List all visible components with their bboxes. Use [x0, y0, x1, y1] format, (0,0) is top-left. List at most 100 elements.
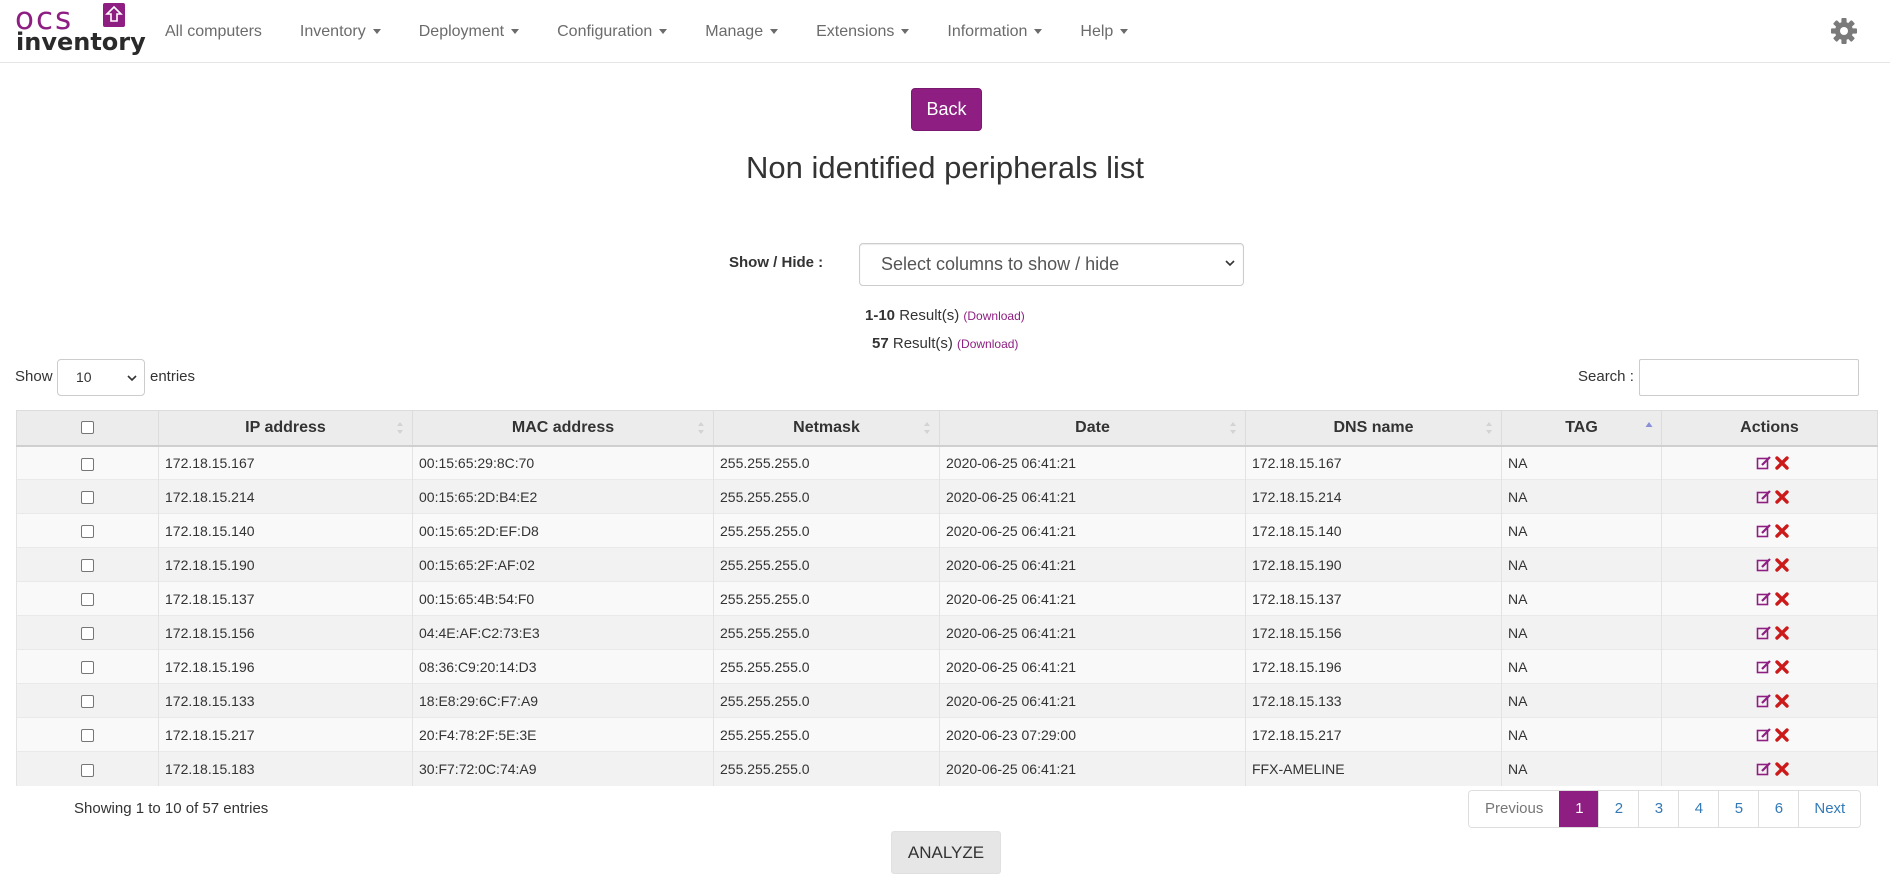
dns-name-cell: FFX-AMELINE [1245, 751, 1502, 786]
tag-cell: NA [1501, 649, 1662, 684]
previous-page-button[interactable]: Previous [1469, 791, 1560, 827]
delete-icon[interactable] [1774, 557, 1790, 573]
download-all-link[interactable]: (Download) [957, 337, 1018, 351]
nav-item-label: Information [947, 22, 1028, 40]
tag-cell: NA [1501, 581, 1662, 616]
delete-icon[interactable] [1774, 659, 1790, 675]
delete-icon[interactable] [1774, 693, 1790, 709]
date-cell: 2020-06-23 07:29:00 [939, 717, 1246, 752]
edit-icon[interactable] [1756, 693, 1772, 709]
delete-icon[interactable] [1774, 523, 1790, 539]
edit-icon[interactable] [1756, 557, 1772, 573]
column-header-actions: Actions [1661, 410, 1878, 447]
column-header-label: Actions [1740, 418, 1799, 436]
column-header-dns-name[interactable]: DNS name [1245, 410, 1502, 447]
nav-item-all-computers[interactable]: All computers [165, 23, 262, 41]
edit-icon[interactable] [1756, 591, 1772, 607]
row-select-cell [16, 581, 159, 616]
ip-address-cell: 172.18.15.167 [158, 445, 413, 480]
edit-icon[interactable] [1756, 523, 1772, 539]
dns-name-cell: 172.18.15.137 [1245, 581, 1502, 616]
caret-down-icon [659, 29, 668, 34]
row-select-cell [16, 615, 159, 650]
row-checkbox[interactable] [81, 457, 94, 471]
nav-item-extensions[interactable]: Extensions [816, 23, 910, 41]
page-button-5[interactable]: 5 [1718, 791, 1759, 827]
row-checkbox[interactable] [81, 763, 94, 777]
search-label: Search : [1578, 368, 1634, 385]
date-cell: 2020-06-25 06:41:21 [939, 581, 1246, 616]
column-header-mac-address[interactable]: MAC address [412, 410, 714, 447]
row-select-cell [16, 513, 159, 548]
results-range: 1-10 [865, 307, 896, 324]
edit-icon[interactable] [1756, 761, 1772, 777]
delete-icon[interactable] [1774, 489, 1790, 505]
page-button-2[interactable]: 2 [1598, 791, 1639, 827]
columns-select-value: Select columns to show / hide [881, 254, 1120, 274]
page-button-1[interactable]: 1 [1559, 791, 1599, 827]
row-checkbox[interactable] [81, 491, 94, 505]
row-checkbox[interactable] [81, 559, 94, 573]
page-length-select[interactable]: 10 [57, 359, 145, 396]
row-select-cell [16, 683, 159, 718]
dns-name-cell: 172.18.15.217 [1245, 717, 1502, 752]
actions-cell [1661, 649, 1878, 684]
row-checkbox[interactable] [81, 695, 94, 709]
sort-icon [396, 421, 404, 435]
nav-item-configuration[interactable]: Configuration [557, 23, 668, 41]
next-page-button[interactable]: Next [1798, 791, 1861, 827]
select-all-checkbox[interactable] [81, 421, 94, 435]
page-button-3[interactable]: 3 [1638, 791, 1679, 827]
nav-item-help[interactable]: Help [1080, 23, 1129, 41]
delete-icon[interactable] [1774, 625, 1790, 641]
columns-select[interactable]: Select columns to show / hide [859, 243, 1244, 286]
column-header-netmask[interactable]: Netmask [713, 410, 940, 447]
delete-icon[interactable] [1774, 591, 1790, 607]
column-header-ip-address[interactable]: IP address [158, 410, 413, 447]
tag-cell: NA [1501, 479, 1662, 514]
delete-icon[interactable] [1774, 455, 1790, 471]
row-checkbox[interactable] [81, 525, 94, 539]
row-checkbox[interactable] [81, 627, 94, 641]
main-nav: All computers Inventory Deployment Configur… [150, 0, 1166, 63]
edit-icon[interactable] [1756, 455, 1772, 471]
row-select-cell [16, 479, 159, 514]
nav-item-manage[interactable]: Manage [705, 23, 779, 41]
edit-icon[interactable] [1756, 659, 1772, 675]
delete-icon[interactable] [1774, 727, 1790, 743]
nav-item-deployment[interactable]: Deployment [419, 23, 520, 41]
download-page-link[interactable]: (Download) [963, 309, 1024, 323]
date-cell: 2020-06-25 06:41:21 [939, 547, 1246, 582]
nav-item-label: Inventory [299, 22, 366, 40]
row-checkbox[interactable] [81, 593, 94, 607]
column-header-label: TAG [1565, 418, 1598, 436]
results-page-count: 1-10 Result(s) (Download) [865, 307, 1025, 324]
table-row: 172.18.15.190 00:15:65:2F:AF:02 255.255.25… [16, 547, 1878, 582]
nav-item-inventory[interactable]: Inventory [300, 23, 381, 41]
page-button-6[interactable]: 6 [1758, 791, 1799, 827]
sort-icon [1229, 421, 1237, 435]
edit-icon[interactable] [1756, 489, 1772, 505]
row-select-cell [16, 445, 159, 480]
search-input[interactable] [1639, 359, 1859, 396]
netmask-cell: 255.255.255.0 [713, 547, 940, 582]
nav-item-information[interactable]: Information [947, 22, 1043, 41]
page-button-4[interactable]: 4 [1678, 791, 1719, 827]
delete-icon[interactable] [1774, 761, 1790, 777]
mac-address-cell: 00:15:65:4B:54:F0 [412, 581, 714, 616]
table-row: 172.18.15.214 00:15:65:2D:B4:E2 255.255.25… [16, 479, 1878, 514]
column-header-label: Date [1075, 418, 1110, 436]
ocs-inventory-logo[interactable]: ocs inventory [15, 2, 146, 55]
row-checkbox[interactable] [81, 661, 94, 675]
edit-icon[interactable] [1756, 625, 1772, 641]
gear-icon[interactable] [1830, 17, 1858, 45]
back-button[interactable]: Back [911, 88, 982, 131]
analyze-button[interactable]: ANALYZE [891, 831, 1001, 874]
ip-address-cell: 172.18.15.156 [158, 615, 413, 650]
column-header-date[interactable]: Date [939, 410, 1246, 447]
edit-icon[interactable] [1756, 727, 1772, 743]
ip-address-cell: 172.18.15.190 [158, 547, 413, 582]
row-checkbox[interactable] [81, 729, 94, 743]
date-cell: 2020-06-25 06:41:21 [939, 513, 1246, 548]
column-header-tag[interactable]: TAG [1501, 410, 1662, 447]
